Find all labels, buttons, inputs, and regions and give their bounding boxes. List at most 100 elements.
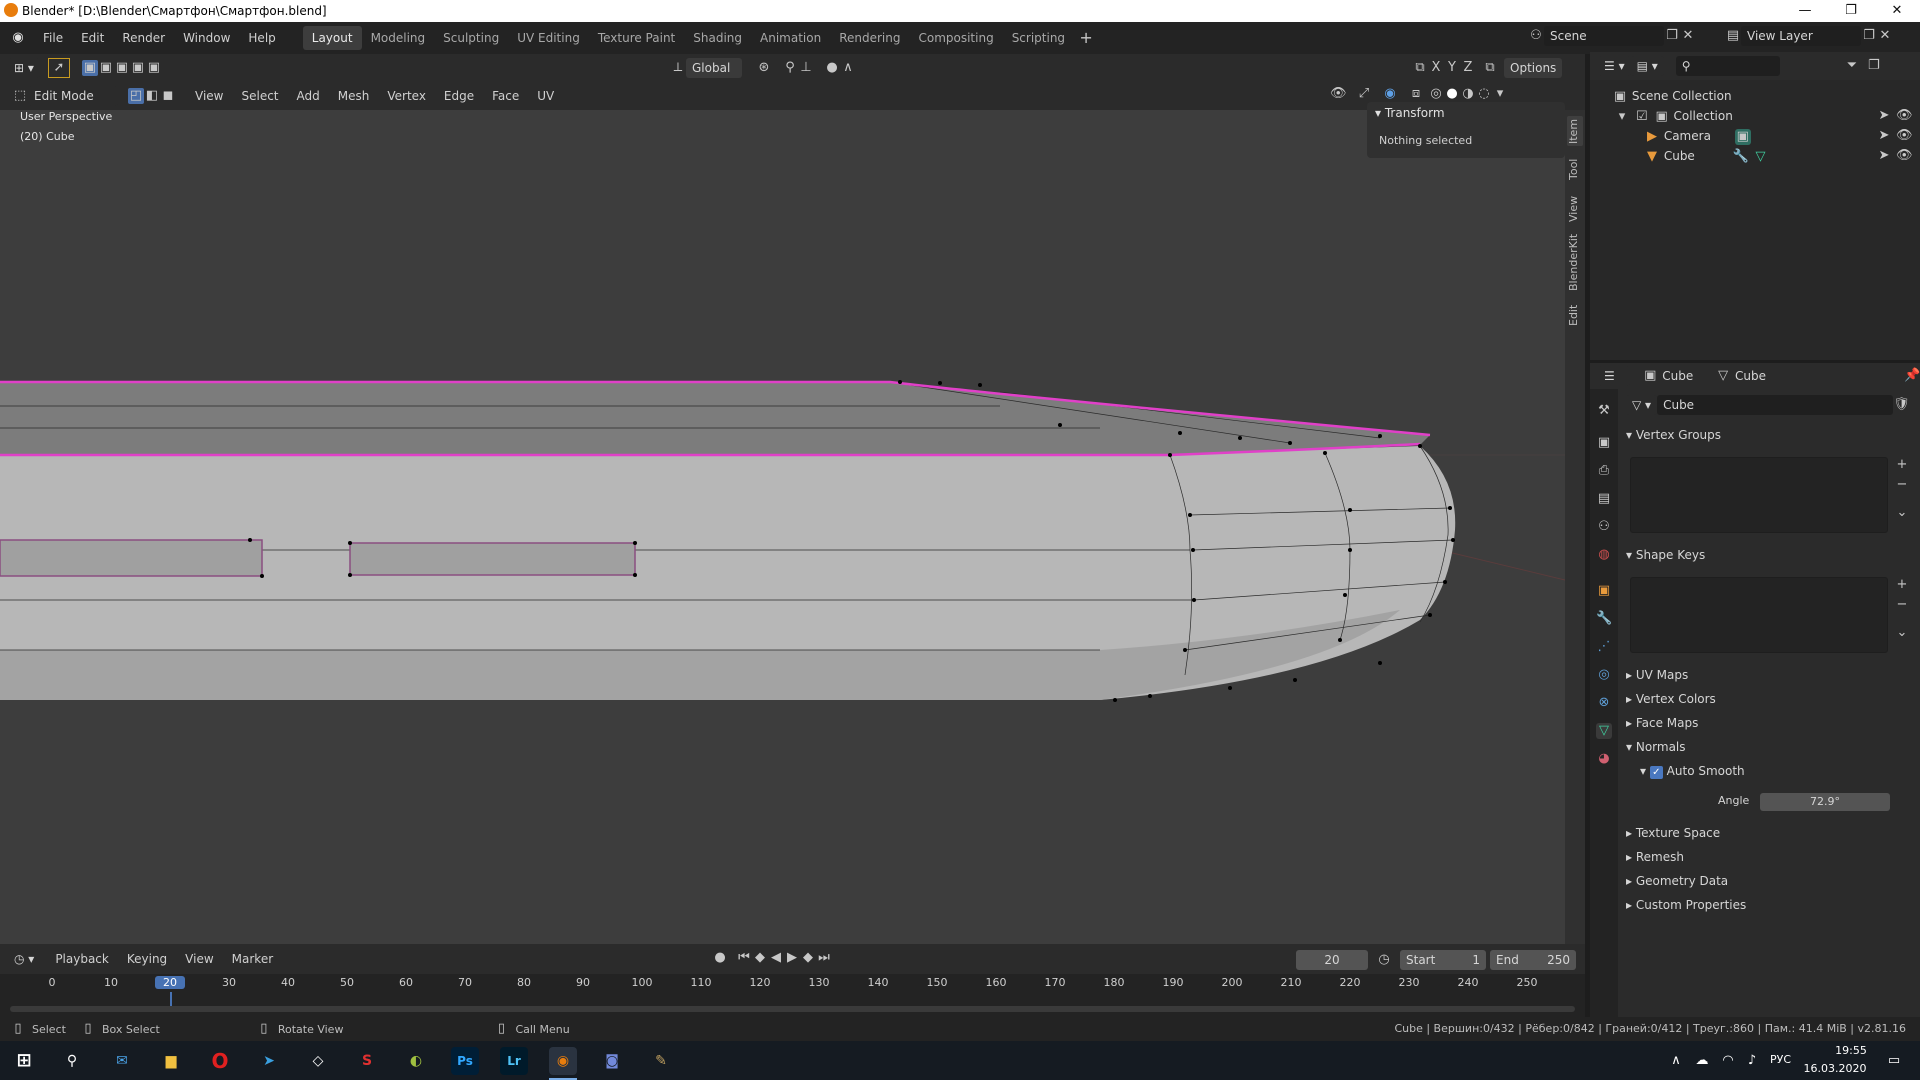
discord-icon[interactable]: ◙ [598,1047,626,1075]
eye-icon[interactable]: 👁 [1896,128,1913,144]
telegram-icon[interactable]: ➤ [255,1047,283,1075]
proportional-editing-icon[interactable]: ● [824,60,840,76]
gizmo-icon[interactable]: ⤢ [1356,86,1372,102]
shape-keys-header[interactable]: ▾ Shape Keys [1626,545,1705,565]
shading-options-icon[interactable]: ▾ [1492,86,1508,102]
view-layer-tab-icon[interactable]: ▤ [1596,491,1612,507]
collection-row[interactable]: ▾ ☑ ▣ Collection ➤ 👁 [1590,106,1920,126]
opera-icon[interactable]: O [206,1047,234,1075]
new-view-layer-icon[interactable]: ❐ [1861,28,1877,44]
tab-scripting[interactable]: Scripting [1003,26,1074,50]
edge-select-icon[interactable]: ◧ [144,88,160,104]
camera-data-icon[interactable]: ▣ [1734,129,1751,145]
mesh-canvas[interactable] [0,110,1565,944]
auto-smooth-checkbox[interactable]: ✓ [1649,766,1663,779]
new-collection-icon[interactable]: ❐ [1866,58,1882,74]
vertex-groups-header[interactable]: ▾ Vertex Groups [1626,425,1721,445]
face-select-icon[interactable]: ◼ [160,88,176,104]
selectable-icon[interactable]: ➤ [1876,148,1892,164]
notifications-icon[interactable]: ▭ [1886,1053,1902,1069]
overlays-icon[interactable]: ◉ [1382,86,1398,102]
blender-taskbar-icon[interactable]: ◉ [549,1047,577,1075]
editor-type-button[interactable]: ⊞ ▾ [8,58,40,78]
app-icon[interactable]: ◐ [402,1047,430,1075]
tab-view[interactable]: View [1567,194,1583,224]
options-dropdown[interactable]: Options [1504,58,1563,78]
rendered-shading-icon[interactable]: ◌ [1476,86,1492,102]
normals-header[interactable]: ▾ Normals [1626,737,1686,757]
physics-tab-icon[interactable]: ◎ [1596,667,1612,683]
scene-icon[interactable]: ⚇ [1528,28,1544,44]
tab-edit[interactable]: Edit [1567,300,1583,330]
remove-vertex-group-icon[interactable]: − [1894,477,1910,493]
constraints-tab-icon[interactable]: ⊗ [1596,695,1612,711]
select-intersect-icon[interactable]: ▣ [146,60,162,76]
transform-orientation-dropdown[interactable]: Global [686,58,742,78]
filter-icon[interactable]: ⏷ [1844,58,1860,74]
tool-tab-icon[interactable]: ⚒ [1596,403,1612,419]
eye-icon[interactable]: 👁 [1896,148,1913,164]
falloff-icon[interactable]: ∧ [840,60,856,76]
new-scene-icon[interactable]: ❐ [1664,28,1680,44]
remove-view-layer-icon[interactable]: ✕ [1877,28,1893,44]
vertex-colors-header[interactable]: ▸ Vertex Colors [1626,689,1716,709]
snap-icon[interactable]: ⚲ [782,60,798,76]
expand-icon[interactable]: ▾ [1614,109,1630,125]
material-tab-icon[interactable]: ◕ [1596,751,1612,767]
frame-ruler[interactable]: 0 10 20 30 40 50 60 70 80 90 100 110 120 130 140 150 160… [0,974,1585,1006]
search-icon[interactable]: ⚲ [58,1047,86,1075]
menu-playback[interactable]: Playback [46,947,118,971]
tab-item[interactable]: Item [1567,116,1583,146]
menu-edit[interactable]: Edit [72,26,113,50]
scene-field[interactable]: Scene [1544,26,1664,46]
menu-marker[interactable]: Marker [223,947,282,971]
paint-app-icon[interactable]: ✎ [647,1047,675,1075]
lightroom-icon[interactable]: Lr [500,1047,528,1075]
substance-icon[interactable]: S [353,1047,381,1075]
texture-space-header[interactable]: ▸ Texture Space [1626,823,1720,843]
select-new-icon[interactable]: ▣ [81,60,98,76]
transform-section-header[interactable]: ▾ Transform [1375,106,1445,120]
outliner-search[interactable]: ⚲ [1675,56,1780,76]
tab-blenderkit[interactable]: BlenderKit [1567,230,1583,294]
jump-end-icon[interactable]: ⏭ [816,950,832,966]
clock-time[interactable]: 19:55 [1820,1044,1882,1057]
view-layer-icon[interactable]: ▤ [1725,28,1741,44]
unity-icon[interactable]: ◇ [304,1047,332,1075]
file-explorer-icon[interactable]: ▆ [157,1047,185,1075]
vertex-groups-list[interactable] [1630,457,1888,533]
selectable-icon[interactable]: ➤ [1876,128,1892,144]
tab-texture-paint[interactable]: Texture Paint [589,26,684,50]
preview-range-icon[interactable]: ◷ [1376,952,1392,968]
add-shape-key-icon[interactable]: + [1894,577,1910,593]
shape-keys-list[interactable] [1630,577,1888,653]
custom-properties-header[interactable]: ▸ Custom Properties [1626,895,1746,915]
tab-sculpting[interactable]: Sculpting [434,26,508,50]
vertex-group-menu-icon[interactable]: ⌄ [1894,505,1910,521]
next-keyframe-icon[interactable]: ◆ [800,950,816,966]
play-reverse-icon[interactable]: ◀ [768,950,784,966]
scene-collection-row[interactable]: ▣ Scene Collection [1590,86,1920,106]
angle-field[interactable]: 72.9° [1760,793,1890,811]
tab-animation[interactable]: Animation [751,26,830,50]
object-tab-icon[interactable]: ▣ [1596,583,1612,599]
eye-icon[interactable]: 👁 [1896,108,1913,124]
maximize-button[interactable]: ❐ [1828,0,1874,22]
collection-checkbox-icon[interactable]: ☑ [1634,109,1650,125]
wireframe-shading-icon[interactable]: ◎ [1428,86,1444,102]
output-tab-icon[interactable]: ⎙ [1596,463,1612,479]
tab-uv-editing[interactable]: UV Editing [508,26,589,50]
xray-icon[interactable]: ⧈ [1408,86,1424,102]
axis-z-toggle[interactable]: Z [1460,60,1476,76]
render-tab-icon[interactable]: ▣ [1596,435,1612,451]
view-layer-field[interactable]: View Layer [1741,26,1861,46]
uv-maps-header[interactable]: ▸ UV Maps [1626,665,1688,685]
menu-window[interactable]: Window [174,26,239,50]
menu-add[interactable]: Add [288,84,329,108]
face-maps-header[interactable]: ▸ Face Maps [1626,713,1698,733]
play-icon[interactable]: ▶ [784,950,800,966]
volume-icon[interactable]: ♪ [1744,1053,1760,1069]
remesh-header[interactable]: ▸ Remesh [1626,847,1684,867]
windows-start-icon[interactable]: ⊞ [10,1047,38,1075]
modifier-wrench-icon[interactable]: 🔧 [1733,149,1749,165]
